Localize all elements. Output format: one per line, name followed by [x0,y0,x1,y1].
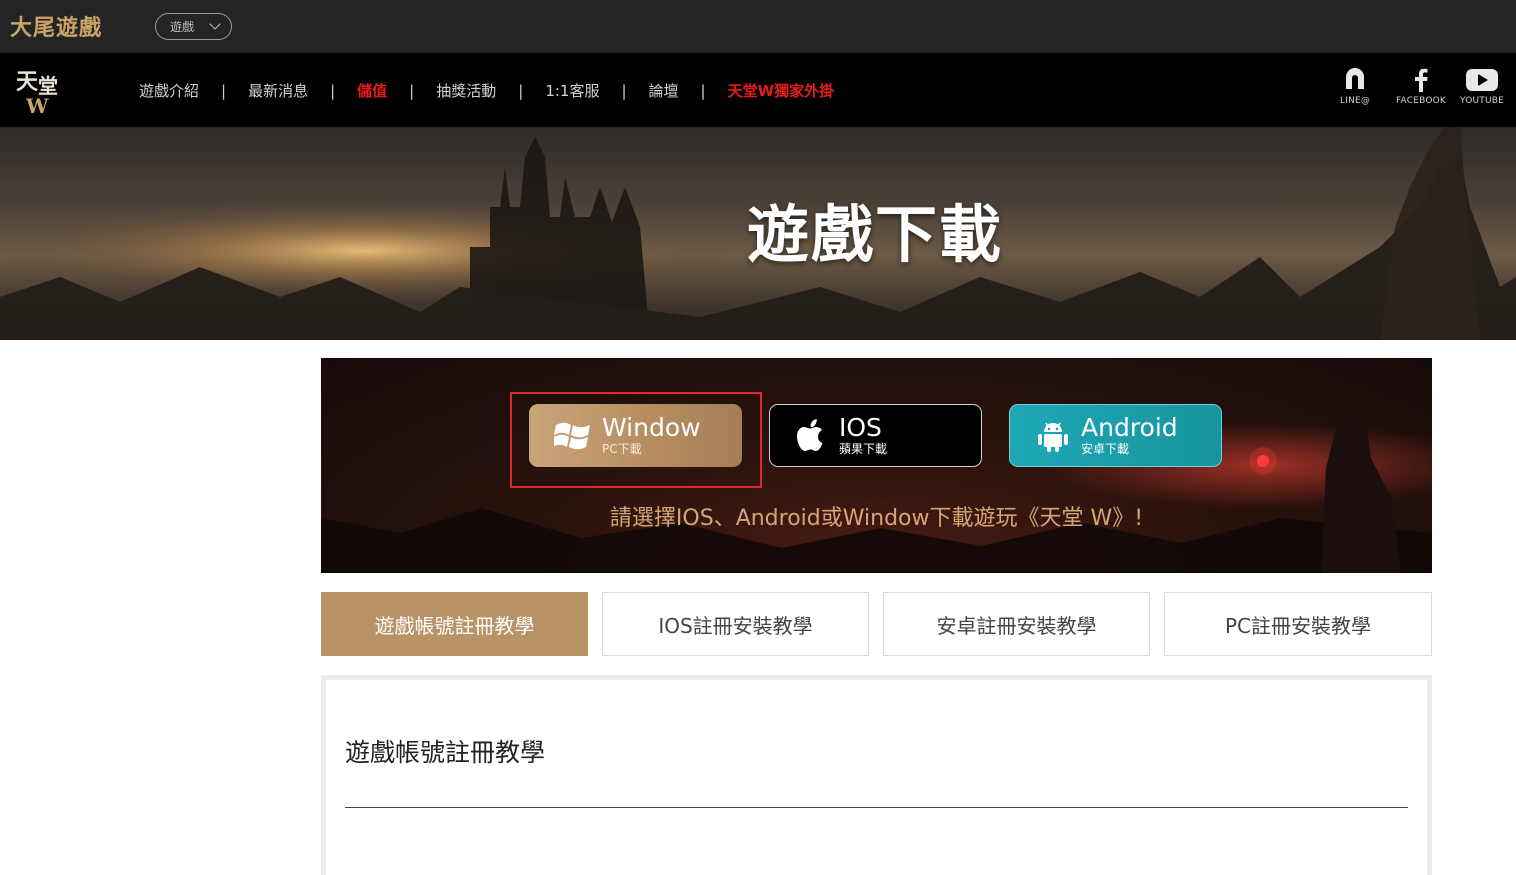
game-select-dropdown[interactable]: 遊戲 [155,13,232,40]
game-logo[interactable]: 天 堂 W [12,63,68,117]
window-download-button[interactable]: Window PC下載 [529,404,742,467]
svg-text:W: W [25,94,49,117]
site-brand[interactable]: 大尾遊戲 [10,10,102,42]
page-title: 遊戲下載 [746,198,1003,271]
panel-divider [345,807,1408,808]
tab-pc-install-guide[interactable]: PC註冊安裝教學 [1164,592,1432,656]
line-icon [1346,68,1365,89]
nav-item-forum[interactable]: 論壇 [649,80,679,101]
window-button-title: Window [602,412,701,442]
youtube-icon [1466,69,1499,91]
content-panel: 遊戲帳號註冊教學 [321,675,1432,875]
nav-separator: | [621,81,627,100]
social-youtube-label: YOUTUBE [1460,96,1505,106]
nav-item-exclusive-plugin[interactable]: 天堂W獨家外掛 [728,80,835,101]
window-button-subtitle: PC下載 [602,441,642,456]
windows-icon [554,422,590,449]
top-bar: 大尾遊戲 遊戲 [0,0,1516,53]
android-download-button[interactable]: Android 安卓下載 [1009,404,1222,467]
nav-separator: | [221,81,227,100]
social-facebook-link[interactable]: FACEBOOK [1396,67,1446,106]
ios-download-button[interactable]: IOS 蘋果下載 [769,404,982,467]
nav-item-topup[interactable]: 儲值 [357,80,387,101]
android-icon [1038,422,1068,452]
social-youtube-link[interactable]: YOUTUBE [1460,67,1504,106]
download-instruction: 請選擇IOS、Android或Window下載遊玩《天堂 W》! [609,506,1144,531]
facebook-icon [1415,68,1428,92]
nav-separator: | [700,81,706,100]
social-line-label: LINE@ [1340,96,1371,106]
social-facebook-label: FACEBOOK [1396,96,1447,106]
android-button-subtitle: 安卓下載 [1081,441,1130,456]
chevron-down-icon [209,18,221,30]
nav-separator: | [409,81,415,100]
ios-button-title: IOS [839,412,882,442]
hero-banner: 遊戲下載 [0,127,1516,340]
tab-ios-install-guide[interactable]: IOS註冊安裝教學 [602,592,869,656]
nav-menu: 遊戲介紹 | 最新消息 | 儲值 | 抽獎活動 | 1:1客服 | 論壇 | 天… [139,80,834,101]
game-select-label: 遊戲 [170,20,195,34]
tab-account-register-guide[interactable]: 遊戲帳號註冊教學 [321,592,588,656]
panel-title: 遊戲帳號註冊教學 [345,738,546,767]
main-nav-bar: 天 堂 W 遊戲介紹 | 最新消息 | 儲值 | 抽獎活動 | 1:1客服 | … [0,53,1516,127]
ios-button-subtitle: 蘋果下載 [839,441,888,456]
social-line-link[interactable]: LINE@ [1340,67,1370,106]
svg-text:天: 天 [16,69,39,95]
tab-android-install-guide[interactable]: 安卓註冊安裝教學 [883,592,1150,656]
apple-icon [797,418,823,451]
nav-separator: | [518,81,524,100]
android-button-title: Android [1081,412,1178,442]
nav-item-news[interactable]: 最新消息 [248,80,308,101]
nav-separator: | [330,81,336,100]
nav-item-support[interactable]: 1:1客服 [545,80,599,101]
nav-item-game-intro[interactable]: 遊戲介紹 [139,80,199,101]
nav-item-lottery[interactable]: 抽獎活動 [436,80,496,101]
